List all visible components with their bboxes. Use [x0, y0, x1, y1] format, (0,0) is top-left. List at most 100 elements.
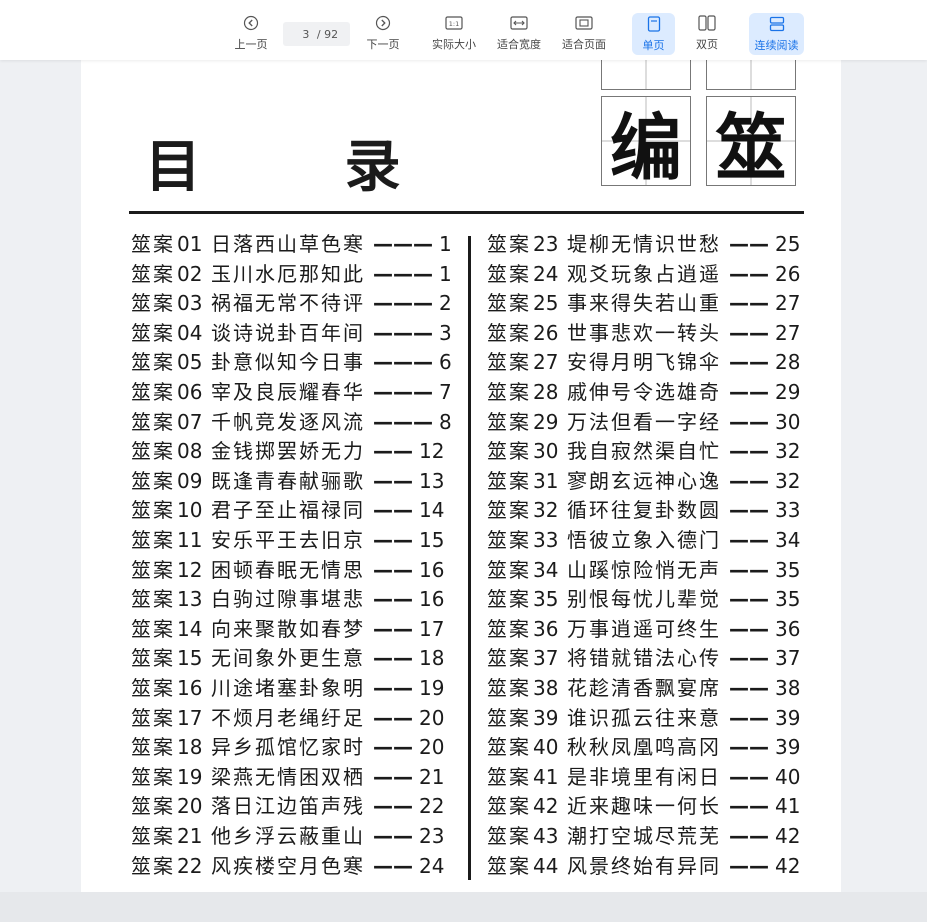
- toc-entry-leader: ———: [373, 380, 433, 404]
- toc-entry-prefix: 筮案: [487, 764, 531, 789]
- toc-entry-number: 25: [533, 291, 559, 316]
- toc-entry-leader: ——: [373, 764, 413, 789]
- toc-entry-page: 22: [419, 794, 445, 819]
- continuous-reading-button[interactable]: 连续阅读: [749, 13, 804, 55]
- toc-entry-number: 09: [177, 468, 203, 493]
- toc-entry-page: 8: [439, 409, 452, 434]
- toc-entry-page: 18: [419, 646, 445, 671]
- toc-entry-page: 3: [439, 320, 452, 345]
- toc-entry-number: 17: [177, 705, 203, 730]
- toc-entry-number: 05: [177, 350, 203, 375]
- toc-entry-number: 40: [533, 735, 559, 760]
- chevron-left-icon: [243, 12, 259, 34]
- toc-entry-page: 7: [439, 380, 452, 404]
- toc-entry-number: 28: [533, 380, 559, 404]
- toc-entry-prefix: 筮案: [131, 498, 175, 523]
- toc-entry-number: 36: [533, 616, 559, 641]
- toc-entry-title: 世事悲欢一转头: [567, 320, 721, 345]
- toc-entry-title: 既逢青春献骊歌: [211, 468, 365, 493]
- toc-entry-leader: ——: [373, 735, 413, 760]
- actual-size-button[interactable]: 1:1 实际大小: [429, 12, 479, 56]
- toc-entry-leader: ——: [373, 824, 413, 848]
- toc-entry: 筮案 12 困顿春眠无情思 —— 16: [131, 556, 444, 585]
- toc-entry-title: 千帆竞发逐风流: [211, 409, 365, 434]
- toc-entry-title: 金钱掷罢娇无力: [211, 439, 365, 464]
- page-number-input[interactable]: [294, 27, 317, 41]
- toc-entry-prefix: 筮案: [131, 232, 175, 256]
- toc-entry: 筮案 20 落日江边笛声残 —— 22: [131, 792, 444, 821]
- toc-entry: 筮案 21 他乡浮云蔽重山 —— 23: [131, 822, 444, 851]
- toc-entry-number: 13: [177, 587, 203, 612]
- toc-entry: 筮案 16 川途堵塞卦象明 —— 19: [131, 674, 444, 703]
- toc-entry-prefix: 筮案: [487, 557, 531, 582]
- toc-entry-title: 风景终始有异同: [567, 853, 721, 878]
- toc-entry-page: 42: [775, 853, 801, 878]
- toc-entry: 筮案 39 谁识孤云往来意 —— 39: [487, 704, 800, 733]
- toc-entry-page: 24: [419, 853, 445, 878]
- toc-entry-title: 堤柳无情识世愁: [567, 232, 721, 256]
- fit-width-button[interactable]: 适合宽度: [494, 12, 544, 56]
- toc-entry-prefix: 筮案: [487, 528, 531, 552]
- toc-entry-number: 44: [533, 853, 559, 878]
- toc-entry: 筮案 05 卦意似知今日事 ——— 6: [131, 348, 452, 377]
- toc-entry-number: 42: [533, 794, 559, 819]
- toc-entry-leader: ——: [373, 853, 413, 878]
- toc-entry-page: 32: [775, 468, 801, 493]
- toc-entry-leader: ——: [373, 498, 413, 523]
- toc-entry-leader: ——: [373, 439, 413, 464]
- toc-entry-leader: ——: [729, 291, 769, 316]
- next-page-label: 下一页: [366, 38, 400, 51]
- toc-entry-prefix: 筮案: [131, 439, 175, 464]
- toc-entry-page: 14: [419, 498, 445, 523]
- toc-entry-prefix: 筮案: [131, 557, 175, 582]
- toc-entry: 筮案 41 是非境里有闲日 —— 40: [487, 763, 800, 792]
- next-page-button[interactable]: 下一页: [363, 12, 403, 56]
- toc-entry-page: 40: [775, 764, 801, 789]
- toc-entry: 筮案 40 秋秋凤凰鸣高冈 —— 39: [487, 733, 800, 762]
- toc-entry-number: 30: [533, 439, 559, 464]
- toc-entry-leader: ——: [729, 735, 769, 760]
- toc-entry-number: 08: [177, 439, 203, 464]
- toc-entry: 筮案 07 千帆竞发逐风流 ——— 8: [131, 408, 452, 437]
- toc-entry-leader: ——: [729, 764, 769, 789]
- toc-entry-page: 27: [775, 320, 801, 345]
- toc-entry-title: 无间象外更生意: [211, 646, 365, 671]
- toc-entry-prefix: 筮案: [487, 616, 531, 641]
- double-page-button[interactable]: 双页: [692, 12, 722, 56]
- toc-entry-prefix: 筮案: [487, 705, 531, 730]
- toc-entry-title: 戚伸号令选雄奇: [567, 380, 721, 404]
- toc-entry-page: 35: [775, 557, 801, 582]
- toc-entry: 筮案 19 梁燕无情困双栖 —— 21: [131, 763, 444, 792]
- toc-entry-page: 37: [775, 646, 801, 671]
- svg-text:1:1: 1:1: [449, 20, 459, 28]
- single-page-button[interactable]: 单页: [632, 13, 675, 55]
- toc-entry-title: 梁燕无情困双栖: [211, 764, 365, 789]
- toc-entry: 筮案 08 金钱掷罢娇无力 —— 12: [131, 437, 444, 466]
- fit-width-icon: [510, 12, 528, 34]
- toc-entry-page: 25: [775, 232, 801, 256]
- toc-entry: 筮案 26 世事悲欢一转头 —— 27: [487, 319, 800, 348]
- prev-page-button[interactable]: 上一页: [231, 12, 271, 56]
- toc-entry-number: 34: [533, 557, 559, 582]
- document-viewer[interactable]: 目 录 编 筮 筮案 01 日落西山草色寒 ——— 1 筮案 02 玉川水厄那知此 ——— 1 筮案…: [0, 60, 927, 892]
- toc-entry-title: 谁识孤云往来意: [567, 705, 721, 730]
- toc-entry-page: 33: [775, 498, 801, 523]
- toc-entry-number: 06: [177, 380, 203, 404]
- toc-entry-leader: ——: [729, 616, 769, 641]
- fit-page-button[interactable]: 适合页面: [559, 12, 609, 56]
- toc-entry-page: 15: [419, 528, 445, 552]
- toc-entry-number: 39: [533, 705, 559, 730]
- toc-entry-prefix: 筮案: [487, 320, 531, 345]
- toc-entry-number: 33: [533, 528, 559, 552]
- toc-entry-number: 03: [177, 291, 203, 316]
- toc-entry-page: 27: [775, 291, 801, 316]
- toc-entry-page: 26: [775, 261, 801, 286]
- toc-entry: 筮案 30 我自寂然渠自忙 —— 32: [487, 437, 800, 466]
- toc-entry-page: 29: [775, 380, 801, 404]
- toc-entry-prefix: 筮案: [131, 646, 175, 671]
- toc-entry: 筮案 18 异乡孤馆忆家时 —— 20: [131, 733, 444, 762]
- toc-entry-page: 13: [419, 468, 445, 493]
- toc-entry: 筮案 01 日落西山草色寒 ——— 1: [131, 230, 452, 259]
- toc-entry-prefix: 筮案: [131, 616, 175, 641]
- toc-entry-prefix: 筮案: [487, 291, 531, 316]
